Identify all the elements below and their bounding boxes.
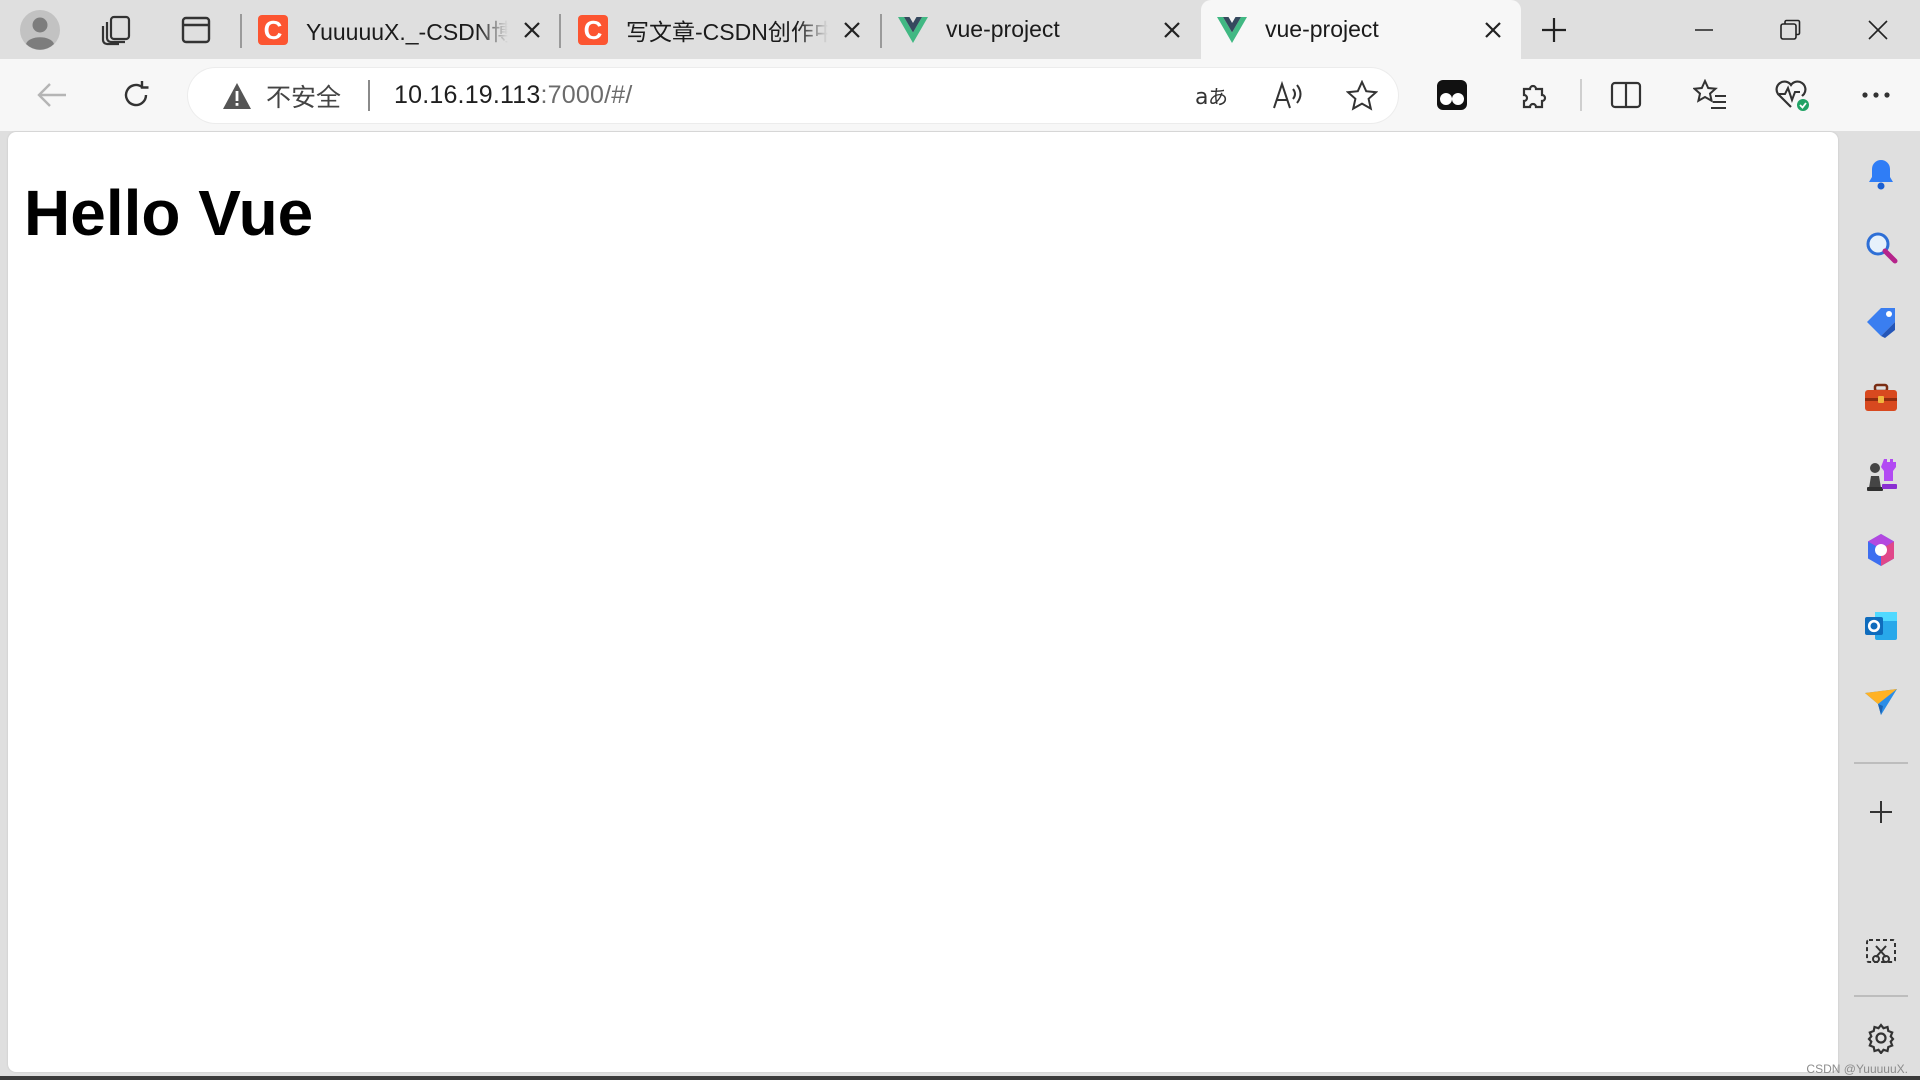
plus-icon [1542,18,1566,42]
refresh-icon [124,81,149,107]
workspaces-button[interactable] [95,8,139,52]
sidebar-item-search[interactable] [1861,227,1901,267]
sidebar-item-notifications[interactable] [1861,154,1901,194]
translate-button[interactable]: aあ [1188,72,1236,120]
favorites-list-icon [1693,79,1726,109]
sidebar-separator [1854,762,1908,764]
send-icon [1865,689,1897,715]
split-screen-icon [1610,81,1642,109]
tab-csdn-editor[interactable]: C 写文章-CSDN创作中心 [562,0,880,59]
tampermonkey-extension-button[interactable] [1428,71,1476,119]
vue-icon [898,15,928,45]
more-dots-icon [1862,92,1890,98]
navigation-toolbar: 不安全 10.16.19.113:7000/#/ aあ [0,59,1920,131]
warning-icon [223,82,251,109]
profile-button[interactable] [18,8,62,52]
heart-pulse-icon [1775,80,1809,111]
vue-icon [1217,15,1247,45]
tab-separator [559,14,561,48]
sidebar-item-drop[interactable] [1861,682,1901,722]
back-button[interactable] [28,71,76,119]
tools-briefcase-icon [1865,383,1897,411]
security-label: 不安全 [266,83,342,112]
close-icon [1164,21,1180,38]
favorites-button[interactable] [1686,71,1734,119]
close-icon [1485,21,1501,38]
tab-title: vue-project [946,16,1060,42]
page-viewport: Hello Vue [8,132,1838,1072]
toolbar-divider [1580,79,1582,111]
settings-more-button[interactable] [1852,71,1900,119]
sidebar-item-tools[interactable] [1861,378,1901,418]
extensions-button[interactable] [1510,71,1558,119]
shopping-tag-icon [1867,308,1895,338]
sidebar-add-button[interactable] [1861,792,1901,832]
sidebar-item-games[interactable] [1861,454,1901,494]
search-icon [1866,232,1898,264]
url-host: 10.16.19.113 [394,81,541,109]
sidebar-item-microsoft-365[interactable] [1861,530,1901,570]
restore-button[interactable] [1768,8,1812,52]
sidebar-item-shopping[interactable] [1861,302,1901,342]
edge-sidebar [1842,132,1920,1080]
tab-vue-project-active[interactable]: vue-project [1201,0,1521,59]
screenshot-icon [1866,939,1896,963]
sidebar-separator [1854,995,1908,997]
split-screen-button[interactable] [1602,71,1650,119]
svg-text:a: a [1195,85,1208,110]
security-indicator[interactable]: 不安全 [222,68,341,123]
tab-strip: C YuuuuuX._-CSDN博客 C 写文章-CSDN创作中心 vue-pr… [0,0,1920,59]
microsoft-365-icon [1868,534,1894,566]
read-aloud-icon [1273,81,1302,109]
bell-icon [1869,160,1893,190]
tab-title: 写文章-CSDN创作中心 [626,18,828,45]
tab-actions-button[interactable] [174,8,218,52]
refresh-button[interactable] [112,71,160,119]
vertical-tabs-icon [181,16,211,44]
read-aloud-button[interactable] [1264,72,1312,120]
gear-icon [1867,1023,1895,1054]
profile-avatar-icon [20,10,60,50]
csdn-icon: C [258,14,288,45]
close-tab-button[interactable] [838,16,866,44]
close-icon [844,21,860,38]
extension-tampermonkey-icon [1437,80,1467,110]
watermark: CSDN @YuuuuuX. [1806,1062,1908,1076]
new-tab-button[interactable] [1532,8,1576,52]
csdn-icon: C [578,14,608,45]
close-window-button[interactable] [1856,8,1900,52]
close-icon [1868,20,1888,40]
minimize-icon [1695,29,1713,31]
sidebar-item-outlook[interactable] [1861,606,1901,646]
svg-text:あ: あ [1208,85,1228,109]
plus-icon [1870,801,1892,823]
tab-vue-project[interactable]: vue-project [882,0,1200,59]
url-text[interactable]: 10.16.19.113:7000/#/ [394,68,633,123]
games-icon [1867,459,1897,491]
sidebar-screenshot-button[interactable] [1861,932,1901,972]
browser-essentials-button[interactable] [1768,71,1816,119]
restore-icon [1780,19,1801,40]
window-bottom-edge [0,1076,1920,1080]
url-path: :7000/#/ [540,81,633,109]
puzzle-icon [1522,84,1547,109]
close-tab-button[interactable] [518,16,546,44]
tab-title: YuuuuuX._-CSDN博客 [306,18,508,45]
address-bar[interactable]: 不安全 10.16.19.113:7000/#/ aあ [188,68,1398,123]
minimize-button[interactable] [1682,8,1726,52]
translate-icon: aあ [1195,85,1228,110]
close-tab-button[interactable] [1158,16,1186,44]
outlook-icon [1865,612,1897,640]
close-icon [524,21,540,38]
tab-csdn-blog[interactable]: C YuuuuuX._-CSDN博客 [242,0,560,59]
tab-title: vue-project [1265,16,1379,42]
address-separator [368,80,370,111]
star-icon [1346,80,1378,111]
page-heading: Hello Vue [24,177,314,249]
workspaces-icon [101,15,131,46]
sidebar-settings-button[interactable] [1861,1018,1901,1058]
favorite-button[interactable] [1338,72,1386,120]
close-tab-button[interactable] [1479,16,1507,44]
arrow-left-icon [37,83,66,107]
